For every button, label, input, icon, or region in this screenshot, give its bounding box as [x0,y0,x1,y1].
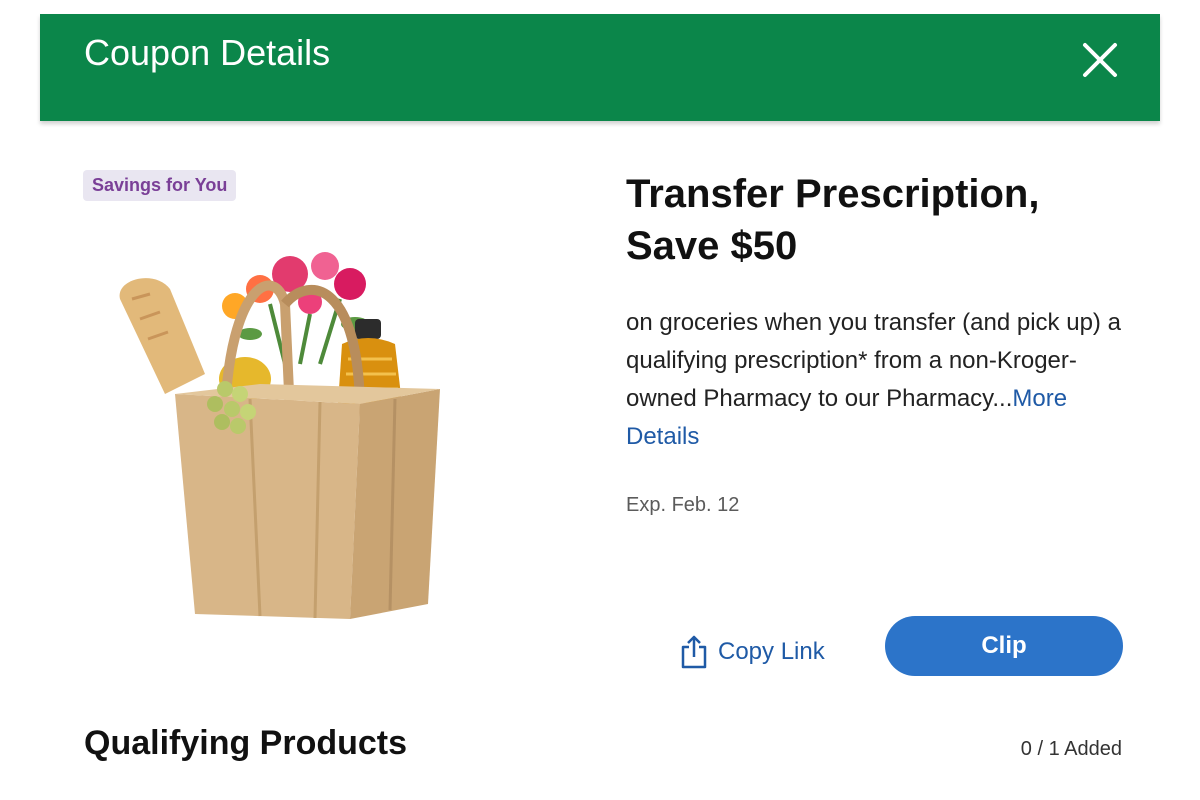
coupon-description: on groceries when you transfer (and pick… [626,304,1136,456]
qualifying-products-heading: Qualifying Products [84,724,408,762]
copy-link-button[interactable]: Copy Link [680,630,825,674]
copy-link-label: Copy Link [718,638,825,665]
grocery-bag-image [119,252,440,619]
share-icon [681,635,707,669]
savings-badge: Savings for You [83,170,237,201]
modal-title: Coupon Details [84,32,331,73]
bread-shape [119,278,205,394]
expiration-date: Exp. Feb. 12 [626,494,740,516]
clip-button[interactable]: Clip [885,616,1123,676]
close-icon [1083,43,1117,77]
coupon-title: Transfer Prescription, Save $50 [626,172,1040,268]
coupon-details-modal: Coupon Details Savings for You Transfer … [40,14,1160,800]
added-count: 0 / 1 Added [1020,738,1122,760]
modal-header: Coupon Details [40,14,1160,121]
close-button[interactable] [1080,40,1120,80]
